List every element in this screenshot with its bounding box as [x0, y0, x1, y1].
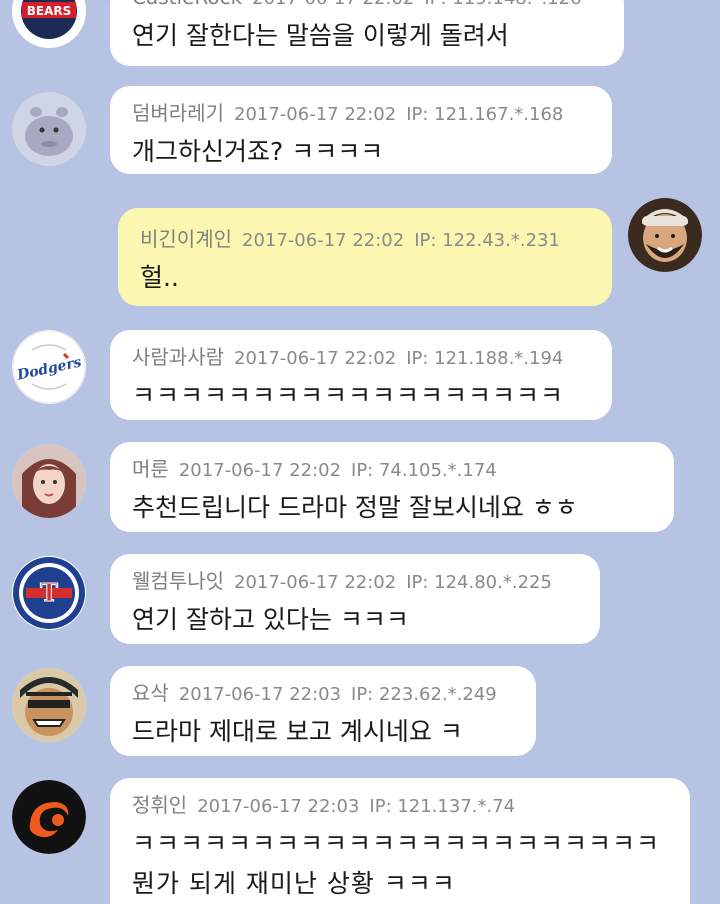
ip-address: IP: 74.105.*.174 — [351, 460, 497, 481]
rangers-logo-icon[interactable]: T — [12, 556, 86, 630]
timestamp: 2017-06-17 22:03 — [197, 796, 360, 817]
nickname[interactable]: 정휘인 — [132, 793, 187, 817]
message-bubble: 덤벼라레기 2017-06-17 22:02 IP: 121.167.*.168 개… — [110, 86, 612, 174]
dodgers-logo-icon[interactable]: Dodgers — [12, 330, 86, 404]
message-bubble: 비긴이계인 2017-06-17 22:02 IP: 122.43.*.231 헐.… — [118, 208, 612, 306]
message-text: 개그하신거죠? ㅋㅋㅋㅋ — [132, 137, 384, 166]
hippo-icon[interactable] — [12, 92, 86, 166]
ip-address: IP: 119.148.*.126 — [424, 0, 581, 9]
message-meta: 머룬 2017-06-17 22:02 IP: 74.105.*.174 — [132, 456, 654, 484]
message-meta: 요삭 2017-06-17 22:03 IP: 223.62.*.249 — [132, 680, 516, 708]
nickname[interactable]: 덤벼라레기 — [132, 101, 224, 125]
message-meta: 비긴이계인 2017-06-17 22:02 IP: 122.43.*.231 — [140, 226, 592, 254]
timestamp: 2017-06-17 22:02 — [234, 348, 397, 369]
message-text: 헐.. — [140, 263, 179, 292]
ip-address: IP: 124.80.*.225 — [406, 572, 552, 593]
timestamp: 2017-06-17 22:02 — [178, 460, 342, 481]
message-bubble: 머룬 2017-06-17 22:02 IP: 74.105.*.174 추천드립니… — [110, 442, 674, 532]
timestamp: 2017-06-17 22:02 — [242, 230, 405, 251]
message-bubble: 정휘인 2017-06-17 22:03 IP: 121.137.*.74 ㅋㅋㅋㅋ… — [110, 778, 690, 904]
ip-address: IP: 121.137.*.74 — [369, 796, 516, 817]
message-meta: 사람과사람 2017-06-17 22:02 IP: 121.188.*.194 — [132, 344, 592, 372]
message-bubble: 사람과사람 2017-06-17 22:02 IP: 121.188.*.194 ㅋ… — [110, 330, 612, 420]
orange-swirl-logo-icon[interactable] — [12, 780, 86, 854]
bearded-man-photo-icon[interactable] — [628, 198, 702, 272]
nickname[interactable]: 웰컴투나잇 — [132, 569, 224, 593]
message-bubble: 요삭 2017-06-17 22:03 IP: 223.62.*.249 드라마 제… — [110, 666, 536, 756]
message-meta: 덤벼라레기 2017-06-17 22:02 IP: 121.167.*.168 — [132, 100, 592, 128]
message-text: 연기 잘하고 있다는 ㅋㅋㅋ — [132, 605, 409, 634]
timestamp: 2017-06-17 22:02 — [252, 0, 414, 9]
ip-address: IP: 121.188.*.194 — [406, 348, 564, 369]
timestamp: 2017-06-17 22:02 — [234, 104, 397, 125]
message-text: 드라마 제대로 보고 계시네요 ㅋ — [132, 717, 463, 746]
nickname[interactable]: 사람과사람 — [132, 345, 224, 369]
nickname[interactable]: 요삭 — [132, 681, 169, 705]
cartoon-face-icon[interactable] — [12, 668, 86, 742]
message-text: 연기 잘한다는 말씀을 이렇게 돌려서 — [132, 21, 509, 50]
message-meta: CastleRock 2017-06-17 22:02 IP: 119.148.*.… — [132, 0, 604, 12]
message-text: ㅋㅋㅋㅋㅋㅋㅋㅋㅋㅋㅋㅋㅋㅋㅋㅋㅋㅋ — [132, 381, 565, 410]
message-meta: 웰컴투나잇 2017-06-17 22:02 IP: 124.80.*.225 — [132, 568, 580, 596]
message-bubble: 웰컴투나잇 2017-06-17 22:02 IP: 124.80.*.225 연기… — [110, 554, 600, 644]
ip-address: IP: 121.167.*.168 — [406, 104, 564, 125]
message-text: ㅋㅋㅋㅋㅋㅋㅋㅋㅋㅋㅋㅋㅋㅋㅋㅋㅋㅋㅋㅋㅋㅋ 뭔가 되게 재미난 상황 ㅋㅋㅋ — [132, 829, 661, 898]
message-text: 추천드립니다 드라마 정말 잘보시네요 ㅎㅎ — [132, 493, 578, 522]
timestamp: 2017-06-17 22:03 — [178, 684, 342, 705]
message-meta: 정휘인 2017-06-17 22:03 IP: 121.137.*.74 — [132, 792, 670, 820]
ip-address: IP: 223.62.*.249 — [351, 684, 497, 705]
woman-photo-icon[interactable] — [12, 444, 86, 518]
nickname[interactable]: CastleRock — [132, 0, 242, 9]
nickname[interactable]: 비긴이계인 — [140, 227, 232, 251]
ip-address: IP: 122.43.*.231 — [414, 230, 560, 251]
message-bubble: CastleRock 2017-06-17 22:02 IP: 119.148.*.… — [110, 0, 624, 66]
bears-logo-icon[interactable]: BEARS — [12, 0, 86, 48]
avatar-label: BEARS — [27, 4, 72, 18]
avatar-label: T — [40, 578, 58, 607]
timestamp: 2017-06-17 22:02 — [234, 572, 397, 593]
nickname[interactable]: 머룬 — [132, 457, 169, 481]
